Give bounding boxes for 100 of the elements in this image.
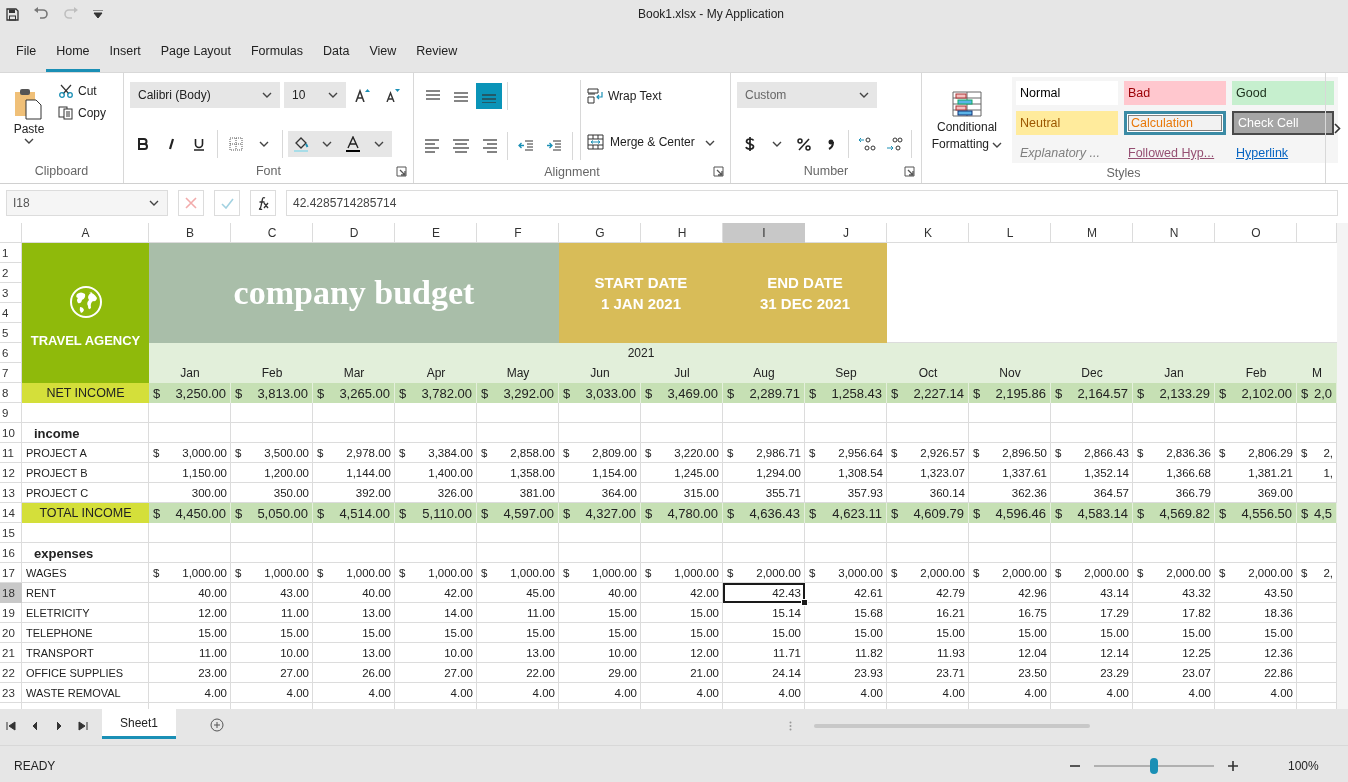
table-cell[interactable]: 15.00 [969,623,1051,643]
table-cell[interactable]: 1,150.00 [149,463,231,483]
table-cell[interactable]: 23.93 [805,663,887,683]
table-cell[interactable]: 300.00 [149,483,231,503]
table-cell[interactable]: $ 2,806.29 [1215,443,1297,463]
table-cell[interactable]: $ 4,583.14 [1051,503,1133,523]
table-cell[interactable]: 4.00 [1215,683,1297,703]
table-cell[interactable]: $ 2,195.86 [969,383,1051,403]
table-cell[interactable]: 15.00 [313,623,395,643]
table-cell[interactable]: $ 1,258.43 [805,383,887,403]
table-cell[interactable]: 24.14 [723,663,805,683]
table-cell[interactable]: $ 2,289.71 [723,383,805,403]
table-cell[interactable]: 364.00 [559,483,641,503]
table-cell[interactable]: 11.00 [149,643,231,663]
table-cell[interactable]: 26.00 [313,663,395,683]
table-cell[interactable]: 15.00 [559,603,641,623]
table-cell[interactable]: 381.00 [477,483,559,503]
table-cell[interactable]: 17.82 [1133,603,1215,623]
sheet-tab[interactable]: Sheet1 [102,709,176,739]
formula-input[interactable]: 42.4285714285714 [286,190,1338,216]
table-cell[interactable]: 4.00 [805,683,887,703]
table-cell[interactable]: 10.00 [395,643,477,663]
table-cell[interactable]: $ 2,000.00 [1215,563,1297,583]
ribbon-tab[interactable]: File [6,28,47,72]
table-cell[interactable]: $ 4,327.00 [559,503,641,523]
row-header[interactable]: 19 [0,603,22,623]
font-size-dropdown[interactable]: 10 [284,82,346,108]
table-cell[interactable]: 11.82 [805,643,887,663]
table-cell[interactable]: 1,154.00 [559,463,641,483]
row-header[interactable]: 15 [0,523,22,543]
name-box[interactable]: I18 [6,190,168,216]
table-cell[interactable]: $ 4,596.46 [969,503,1051,523]
table-cell[interactable]: 4.00 [723,683,805,703]
table-cell[interactable]: 1,352.14 [1051,463,1133,483]
table-cell[interactable]: 1,245.00 [641,463,723,483]
paste-button[interactable]: Paste [6,80,52,159]
table-cell[interactable]: 43.14 [1051,583,1133,603]
table-cell[interactable]: 10.00 [231,643,313,663]
table-cell[interactable]: $ 1,000.00 [559,563,641,583]
table-cell[interactable]: 42.43 [723,583,805,603]
table-cell[interactable]: $ 1,000.00 [313,563,395,583]
table-cell[interactable]: 4.00 [149,683,231,703]
table-cell[interactable]: $ 4,636.43 [723,503,805,523]
table-cell[interactable]: $ 2,836.36 [1133,443,1215,463]
table-cell[interactable]: 1,144.00 [313,463,395,483]
table-cell[interactable]: 12.36 [1215,643,1297,663]
table-cell[interactable]: 43.00 [231,583,313,603]
table-cell[interactable]: $ 2,956.64 [805,443,887,463]
table-cell[interactable]: 42.79 [887,583,969,603]
table-cell[interactable]: 12.25 [1133,643,1215,663]
table-cell[interactable]: $ 2, [1297,443,1337,463]
table-cell[interactable]: 11.00 [477,603,559,623]
row-header[interactable]: 20 [0,623,22,643]
table-cell[interactable]: 392.00 [313,483,395,503]
cut-button[interactable]: Cut [58,84,106,98]
font-family-dropdown[interactable]: Calibri (Body) [130,82,280,108]
table-cell[interactable]: 42.96 [969,583,1051,603]
number-format-dropdown[interactable]: Custom [737,82,877,108]
table-cell[interactable]: 14.00 [395,603,477,623]
table-cell[interactable]: 42.61 [805,583,887,603]
table-cell[interactable]: 45.00 [477,583,559,603]
table-cell[interactable]: 18.36 [1215,603,1297,623]
table-cell[interactable]: 1,308.54 [805,463,887,483]
row-header[interactable]: 13 [0,483,22,503]
table-cell[interactable]: 360.14 [887,483,969,503]
table-cell[interactable]: $ 3,265.00 [313,383,395,403]
table-cell[interactable]: $ 3,469.00 [641,383,723,403]
table-cell[interactable]: 13.00 [477,643,559,663]
table-cell[interactable]: $ 1,000.00 [395,563,477,583]
table-cell[interactable]: 21.00 [641,663,723,683]
ribbon-tab[interactable]: Page Layout [150,28,241,72]
row-header[interactable]: 23 [0,683,22,703]
column-header[interactable]: B [149,223,231,243]
table-cell[interactable]: 17.29 [1051,603,1133,623]
table-cell[interactable]: 11.00 [231,603,313,623]
table-cell[interactable]: 1,200.00 [231,463,313,483]
table-cell[interactable]: 15.00 [559,623,641,643]
column-header[interactable]: M [1051,223,1133,243]
cell-style[interactable]: Explanatory ... [1016,141,1118,165]
table-cell[interactable]: 1,358.00 [477,463,559,483]
table-cell[interactable]: $ 2,000.00 [723,563,805,583]
table-cell[interactable]: $ 2,000.00 [1133,563,1215,583]
cell-style[interactable]: Hyperlink [1232,141,1334,165]
row-header[interactable]: 9 [0,403,22,423]
table-cell[interactable]: 15.68 [805,603,887,623]
row-header[interactable]: 7 [0,363,22,383]
copy-button[interactable]: Copy [58,106,106,120]
table-cell[interactable]: 11.93 [887,643,969,663]
table-cell[interactable]: $ 3,782.00 [395,383,477,403]
column-header[interactable]: A [22,223,149,243]
row-header[interactable]: 2 [0,263,22,283]
conditional-formatting-button[interactable]: Conditional Formatting [928,79,1006,163]
cell-style[interactable]: Followed Hyp... [1124,141,1226,165]
table-cell[interactable]: $ 1,000.00 [477,563,559,583]
table-cell[interactable]: $ 2, [1297,563,1337,583]
table-cell[interactable]: 13.00 [313,643,395,663]
table-cell[interactable]: 326.00 [395,483,477,503]
table-cell[interactable]: $ 1,000.00 [149,563,231,583]
column-header[interactable]: E [395,223,477,243]
table-cell[interactable]: 350.00 [231,483,313,503]
